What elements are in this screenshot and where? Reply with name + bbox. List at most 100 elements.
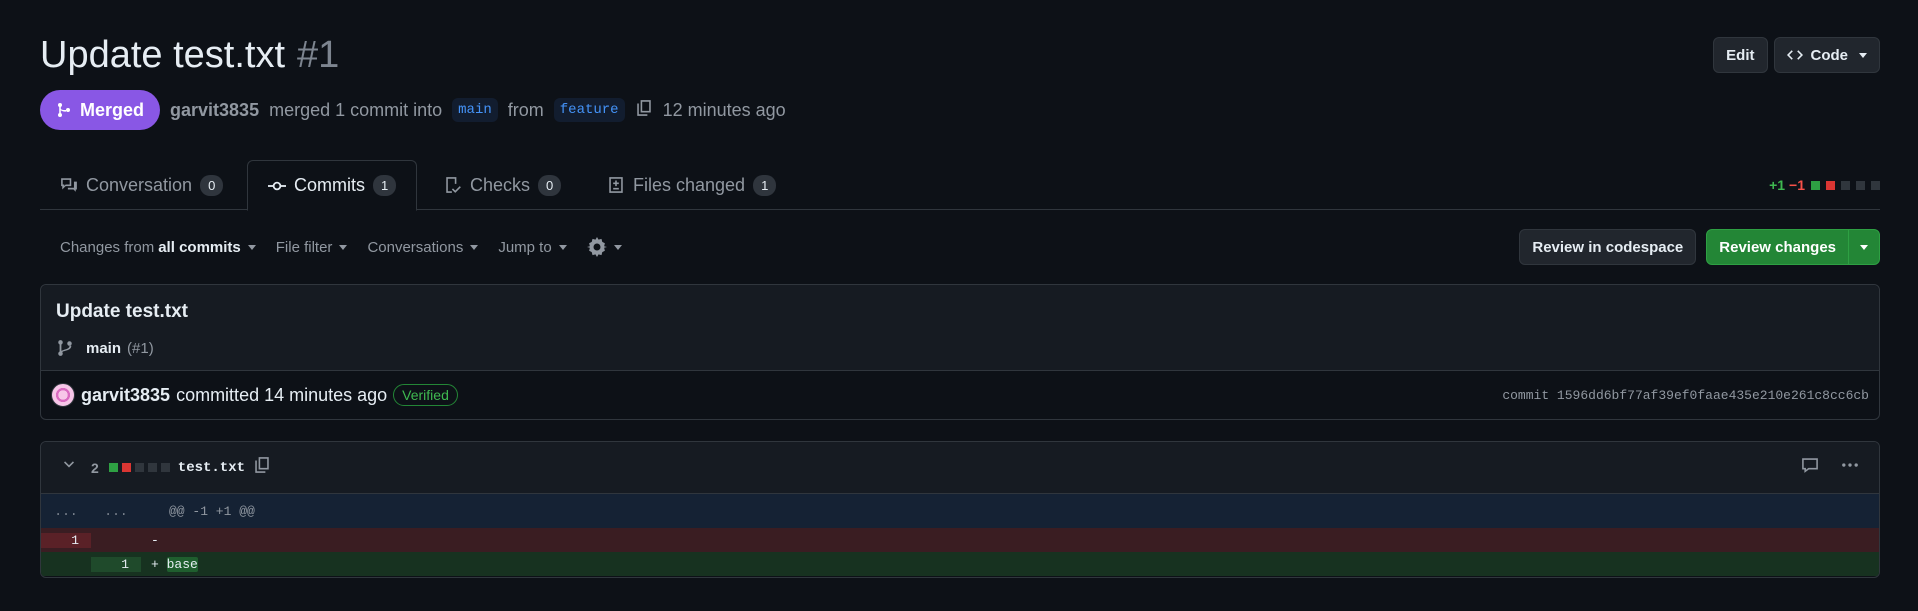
tab-label: Checks — [470, 174, 531, 195]
new-line-number[interactable]: 1 — [91, 556, 141, 572]
time-ago: 12 minutes ago — [662, 99, 786, 120]
deletions-count: −1 — [1789, 177, 1805, 193]
base-branch[interactable]: main — [452, 98, 498, 122]
added-code: + base — [141, 556, 198, 572]
copy-icon[interactable] — [635, 99, 653, 122]
head-branch[interactable]: feature — [553, 98, 625, 122]
chevron-down-icon — [339, 244, 348, 250]
gear-icon — [586, 237, 607, 257]
diffstat-square — [1826, 180, 1835, 190]
added-line: 1 + base — [41, 552, 1879, 576]
conversations-dropdown[interactable]: Conversations — [367, 238, 479, 256]
tab-label: Files changed — [633, 174, 746, 195]
tab-label: Commits — [294, 175, 365, 195]
kebab-horizontal-icon[interactable] — [1841, 456, 1859, 479]
comment-discussion-icon — [61, 178, 77, 192]
chevron-down-icon — [613, 244, 622, 250]
pr-status-row: Merged garvit3835 merged 1 commit into m… — [40, 90, 786, 130]
diffstat-square — [1811, 180, 1820, 190]
edit-label: Edit — [1726, 46, 1755, 64]
commit-title: Update test.txt — [56, 301, 188, 322]
git-merge-icon — [58, 103, 70, 117]
commit-sha[interactable]: commit 1596dd6bf77af39ef0faae435e210e261… — [1502, 388, 1869, 403]
deleted-line: 1 - — [41, 528, 1879, 552]
file-filter-label: File filter — [275, 238, 333, 256]
added-sign: + — [151, 556, 167, 572]
author-link[interactable]: garvit3835 — [170, 100, 259, 121]
chevron-down-icon — [1859, 52, 1867, 58]
hunk-header[interactable]: ... ... @@ -1 +1 @@ — [41, 494, 1879, 528]
commit-branch: main (#1) — [56, 339, 1864, 357]
pr-title-row: Update test.txt #1 — [40, 34, 339, 77]
diffstat-square — [147, 463, 157, 472]
tab-count: 0 — [200, 174, 224, 196]
old-line-number[interactable]: 1 — [41, 532, 91, 548]
tab-checks[interactable]: Checks 0 — [424, 160, 581, 210]
diffstat: +1 −1 — [1769, 177, 1880, 193]
status-label: Merged — [80, 99, 145, 120]
diffstat-square — [134, 463, 144, 472]
diffstat-square — [108, 463, 118, 472]
diffstat-square — [1841, 180, 1850, 190]
jump-to-label: Jump to — [498, 238, 552, 256]
review-actions: Review in codespace Review changes — [1519, 229, 1880, 265]
tab-count: 1 — [753, 174, 777, 196]
chevron-down-icon[interactable] — [61, 457, 77, 478]
diffstat-square — [1856, 180, 1865, 190]
changes-from-dropdown[interactable]: Changes from all commits — [60, 239, 256, 256]
review-in-codespace-button[interactable]: Review in codespace — [1519, 229, 1697, 265]
verified-badge[interactable]: Verified — [393, 384, 458, 406]
code-icon — [1786, 50, 1803, 60]
diffstat-square — [1871, 180, 1880, 190]
review-changes-dropdown[interactable] — [1849, 244, 1879, 250]
edit-button[interactable]: Edit — [1713, 37, 1768, 73]
commit-pr-ref[interactable]: (#1) — [127, 340, 154, 357]
merge-text: merged 1 commit into — [269, 99, 443, 120]
file-name[interactable]: test.txt — [178, 460, 245, 476]
git-commit-icon — [268, 181, 286, 190]
status-badge: Merged — [40, 90, 161, 130]
additions-count: +1 — [1769, 177, 1786, 193]
file-diff-header: 2 test.txt — [41, 442, 1879, 494]
commit-time: committed 14 minutes ago — [176, 384, 388, 405]
tab-label: Conversation — [86, 174, 193, 195]
code-button[interactable]: Code — [1773, 37, 1880, 73]
changes-prefix: Changes from — [60, 238, 155, 256]
file-diff: 2 test.txt ... ... @@ -1 +1 @@ 1 - 1 + b… — [40, 441, 1880, 578]
tab-count: 0 — [538, 174, 562, 196]
copy-icon[interactable] — [253, 456, 271, 479]
commit-box: Update test.txt main (#1) garvit3835 com… — [40, 284, 1880, 420]
comment-icon[interactable] — [1801, 456, 1819, 479]
hunk-expand-new[interactable]: ... — [91, 504, 141, 519]
from-text: from — [507, 99, 544, 120]
checklist-icon — [446, 177, 461, 193]
diff-toolbar: Changes from all commits File filter Con… — [60, 237, 622, 257]
review-changes-button[interactable]: Review changes — [1706, 229, 1880, 265]
diffstat-square — [160, 463, 170, 472]
tab-files-changed[interactable]: Files changed 1 — [587, 160, 796, 210]
commit-branch-name[interactable]: main — [86, 340, 121, 357]
settings-dropdown[interactable] — [586, 237, 622, 257]
conversations-label: Conversations — [367, 238, 464, 256]
chevron-down-icon — [558, 244, 567, 250]
added-text: base — [166, 556, 198, 572]
chevron-down-icon — [247, 244, 256, 250]
tab-commits[interactable]: Commits 1 — [247, 160, 418, 211]
deleted-code: - — [151, 532, 159, 548]
changes-value: all commits — [158, 238, 241, 256]
file-filter-dropdown[interactable]: File filter — [276, 239, 348, 256]
pr-number: #1 — [297, 34, 340, 76]
diffstat-square — [121, 463, 131, 472]
commit-author[interactable]: garvit3835 — [81, 385, 170, 406]
tab-conversation[interactable]: Conversation 0 — [40, 160, 243, 210]
pr-tabs: Conversation 0 Commits 1 Checks 0 Files … — [40, 160, 1880, 211]
changes-count: 2 — [91, 459, 99, 476]
avatar[interactable] — [51, 383, 75, 407]
codespace-label: Review in codespace — [1532, 238, 1684, 256]
hunk-expand-old[interactable]: ... — [41, 504, 91, 519]
jump-to-dropdown[interactable]: Jump to — [498, 238, 567, 256]
commit-header: Update test.txt main (#1) — [41, 285, 1879, 371]
chevron-down-icon — [470, 244, 479, 250]
file-actions — [1801, 456, 1859, 479]
code-label: Code — [1810, 46, 1849, 64]
